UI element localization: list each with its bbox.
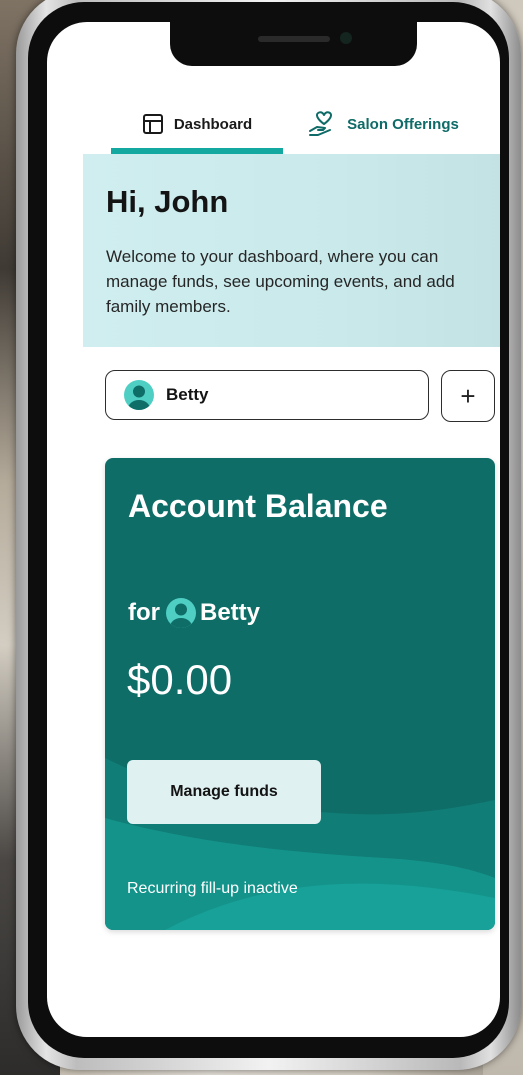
balance-owner-line: for Betty	[128, 598, 260, 628]
phone-frame: Dashboard Salon Offerings Hi, John Welco…	[16, 0, 521, 1070]
avatar-icon	[166, 598, 196, 628]
hand-heart-icon	[307, 110, 337, 138]
avatar-icon	[124, 380, 154, 410]
account-balance-card: Account Balance for Betty $0.00 Manage f…	[105, 458, 495, 930]
dashboard-icon	[142, 113, 164, 135]
greeting-heading: Hi, John	[106, 184, 229, 219]
tab-dashboard[interactable]: Dashboard	[111, 96, 283, 152]
speaker-grille	[258, 36, 330, 42]
member-selector[interactable]: Betty	[105, 370, 429, 420]
add-member-button[interactable]: +	[441, 370, 495, 422]
tab-salon-offerings-label: Salon Offerings	[347, 115, 459, 133]
welcome-banner: Hi, John Welcome to your dashboard, wher…	[83, 154, 500, 347]
recurring-status: Recurring fill-up inactive	[127, 880, 298, 897]
front-camera	[340, 32, 352, 44]
balance-owner-name: Betty	[200, 599, 261, 626]
balance-amount: $0.00	[127, 656, 233, 703]
welcome-message: Welcome to your dashboard, where you can…	[106, 247, 455, 316]
tab-dashboard-label: Dashboard	[173, 115, 253, 133]
card-title: Account Balance	[128, 488, 388, 524]
manage-funds-button[interactable]: Manage funds	[127, 760, 321, 824]
phone-notch	[170, 22, 417, 66]
tab-salon-offerings[interactable]: Salon Offerings	[283, 96, 483, 152]
selected-member-name: Betty	[166, 385, 209, 404]
for-label: for	[128, 599, 160, 626]
tab-bar: Dashboard Salon Offerings	[83, 96, 488, 154]
phone-screen: Dashboard Salon Offerings Hi, John Welco…	[47, 22, 500, 1037]
